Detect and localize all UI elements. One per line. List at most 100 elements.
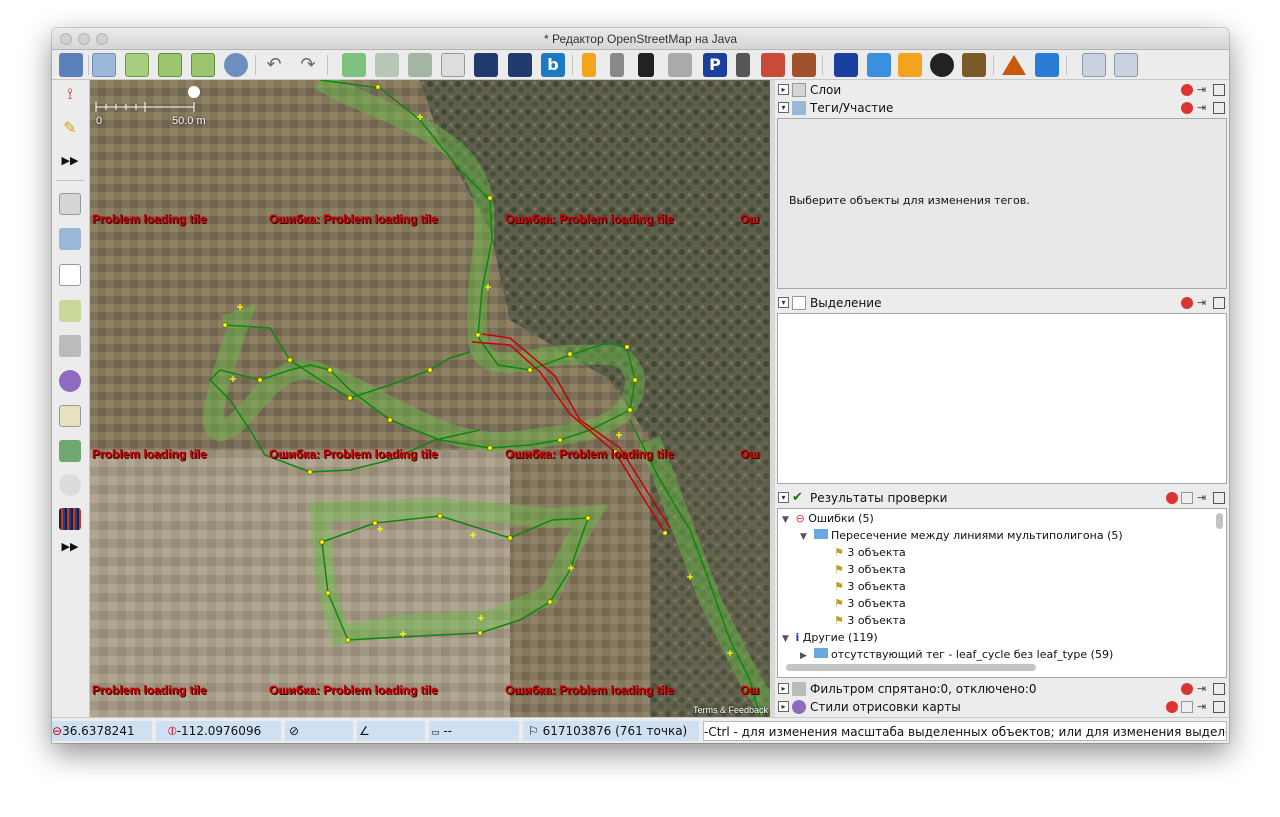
select-tool-icon[interactable]: ⟟	[59, 84, 81, 106]
collapse-toggle-icon[interactable]: ▾	[778, 297, 789, 308]
preferences-icon[interactable]	[1181, 701, 1193, 713]
validation-toggle-icon[interactable]	[59, 440, 81, 462]
selection-panel-header[interactable]: ▾ Выделение ⇥	[775, 294, 1229, 312]
close-panel-icon[interactable]	[1213, 683, 1225, 695]
peak-icon[interactable]	[1002, 55, 1026, 75]
road-primary-icon[interactable]	[582, 53, 596, 77]
latitude-field: ⊖36.6378241	[52, 721, 152, 741]
shop-icon[interactable]	[898, 53, 922, 77]
road-track-icon[interactable]	[668, 53, 692, 77]
map-canvas[interactable]	[90, 80, 770, 717]
imagery-icon[interactable]	[474, 53, 498, 77]
collapse-toggle-icon[interactable]: ▾	[778, 492, 789, 503]
zoom-window-button[interactable]	[96, 33, 108, 45]
tree-item[interactable]: ⚑ 3 объекта	[834, 561, 906, 578]
styles-panel-header[interactable]: ▸ Стили отрисовки карты ⇥	[775, 698, 1229, 716]
redo-icon[interactable]: ↷	[296, 53, 320, 77]
validation-tree[interactable]: ▼ ⊖ Ошибки (5) ▼ Пересечение между линия…	[777, 508, 1227, 678]
zoom-to-data-icon[interactable]	[342, 53, 366, 77]
authors-toggle-icon[interactable]	[59, 300, 81, 322]
tree-node-errors[interactable]: ▼ ⊖ Ошибки (5)	[782, 510, 874, 527]
expand-toggle-icon[interactable]: ▸	[778, 683, 789, 694]
close-window-button[interactable]	[60, 33, 72, 45]
zoom-in-icon[interactable]	[1082, 53, 1106, 77]
zoom-slider-knob[interactable]	[188, 86, 200, 98]
help-icon[interactable]	[1166, 701, 1178, 713]
close-panel-icon[interactable]	[1213, 492, 1225, 504]
collapse-toggle-icon[interactable]: ▾	[778, 102, 789, 113]
attribution-link[interactable]: Terms & Feedback	[693, 705, 768, 715]
filter-toggle-icon[interactable]	[59, 335, 81, 357]
information-icon[interactable]	[834, 53, 858, 77]
building-icon[interactable]	[761, 53, 785, 77]
vertical-scrollbar[interactable]	[1216, 513, 1223, 529]
validation-panel-header[interactable]: ▾ ✔ Результаты проверки ⇥	[775, 489, 1229, 507]
tree-item[interactable]: ⚑ 3 объекта	[834, 578, 906, 595]
open-file-icon[interactable]	[92, 53, 116, 77]
search-icon[interactable]	[441, 53, 465, 77]
undo-icon[interactable]: ↶	[262, 53, 286, 77]
sport-soccer-icon[interactable]	[930, 53, 954, 77]
expand-toggle-icon[interactable]: ▸	[778, 84, 789, 95]
traffic-signals-icon[interactable]	[736, 53, 750, 77]
selection-list[interactable]	[777, 313, 1227, 484]
tags-toggle-icon[interactable]	[59, 228, 81, 250]
detach-icon[interactable]: ⇥	[1197, 84, 1209, 96]
detach-icon[interactable]: ⇥	[1197, 701, 1209, 713]
more-dialogs-icon[interactable]: ▶▶	[59, 536, 81, 558]
more-tools-icon[interactable]: ▶▶	[59, 150, 81, 172]
selection-toggle-icon[interactable]	[59, 264, 81, 286]
upload-icon[interactable]	[191, 53, 215, 77]
tree-item[interactable]: ⚑ 3 объекта	[834, 544, 906, 561]
road-motorway-icon[interactable]	[638, 53, 654, 77]
close-panel-icon[interactable]	[1213, 701, 1225, 713]
parking-icon[interactable]: P	[703, 53, 727, 77]
road-residential-icon[interactable]	[610, 53, 624, 77]
detach-icon[interactable]: ⇥	[1197, 492, 1209, 504]
expanded-arrow-icon: ▼	[800, 532, 807, 542]
filter-panel-header[interactable]: ▸ Фильтром спрятано:0, отключено:0 ⇥	[775, 680, 1229, 698]
hotel-icon[interactable]	[867, 53, 891, 77]
preferences-icon[interactable]	[1181, 492, 1193, 504]
detach-icon[interactable]: ⇥	[1197, 102, 1209, 114]
help-icon[interactable]	[1166, 492, 1178, 504]
map-paint-styles-icon[interactable]	[59, 370, 81, 392]
help-icon[interactable]	[1181, 683, 1193, 695]
detach-icon[interactable]: ⇥	[1197, 683, 1209, 695]
tree-item[interactable]: ⚑ 3 объекта	[834, 595, 906, 612]
waterway-icon[interactable]	[1035, 53, 1059, 77]
tree-node-group[interactable]: ▶ отсутствующий тег - leaf_cycle без lea…	[800, 646, 1113, 663]
help-icon[interactable]	[1181, 84, 1193, 96]
download-icon[interactable]	[158, 53, 182, 77]
new-layer-icon[interactable]	[59, 53, 83, 77]
bing-icon[interactable]: b	[541, 53, 565, 77]
tree-node-group[interactable]: ▼ Пересечение между линиями мультиполиго…	[800, 527, 1123, 544]
draw-tool-icon[interactable]: ✎	[59, 118, 81, 140]
close-panel-icon[interactable]	[1213, 84, 1225, 96]
help-icon[interactable]	[1181, 102, 1193, 114]
minimize-window-button[interactable]	[78, 33, 90, 45]
railway-icon[interactable]	[792, 53, 816, 77]
tree-item[interactable]: ⚑ 3 объекта	[834, 612, 906, 629]
layers-panel-header[interactable]: ▸ Слои ⇥	[775, 81, 1229, 99]
wireframe-icon[interactable]	[375, 53, 399, 77]
tags-panel-header[interactable]: ▾ Теги/Участие ⇥	[775, 99, 1229, 117]
detach-icon[interactable]: ⇥	[1197, 297, 1209, 309]
relation-toggle-icon[interactable]	[59, 405, 81, 427]
zoom-out-icon[interactable]	[1114, 53, 1138, 77]
changeset-toggle-icon[interactable]	[59, 508, 81, 530]
history-toggle-icon[interactable]	[59, 474, 81, 496]
tree-node-others[interactable]: ▼ i Другие (119)	[782, 629, 878, 646]
close-panel-icon[interactable]	[1213, 102, 1225, 114]
map-view[interactable]: 0 50.0 m Problem loading tile Ошибка: Pr…	[90, 80, 770, 717]
landuse-industrial-icon[interactable]	[962, 53, 986, 77]
layers-toggle-icon[interactable]	[59, 193, 81, 215]
expand-toggle-icon[interactable]: ▸	[778, 701, 789, 712]
save-icon[interactable]	[125, 53, 149, 77]
close-panel-icon[interactable]	[1213, 297, 1225, 309]
download-along-icon[interactable]	[224, 53, 248, 77]
horizontal-scrollbar[interactable]	[786, 664, 1036, 671]
imagery-alt-icon[interactable]	[508, 53, 532, 77]
help-icon[interactable]	[1181, 297, 1193, 309]
wms-tms-icon[interactable]	[408, 53, 432, 77]
